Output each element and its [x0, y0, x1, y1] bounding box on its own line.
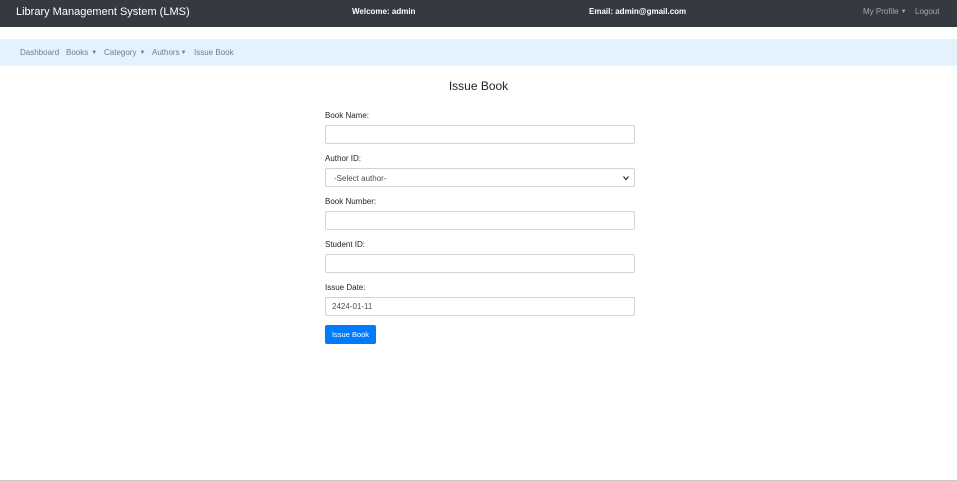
caret-down-icon: ▼	[180, 50, 187, 56]
nav-books-dropdown[interactable]: Books ▼	[66, 48, 97, 57]
chevron-down-icon	[623, 176, 629, 181]
caret-down-icon: ▼	[139, 50, 146, 56]
book-name-label: Book Name:	[325, 111, 370, 120]
student-id-label: Student ID:	[325, 240, 366, 249]
nav-authors-label: Authors	[152, 48, 180, 57]
welcome-text: Welcome: admin	[352, 7, 416, 16]
secondary-navbar: Dashboard Books ▼ Category ▼ Authors▼ Issu…	[0, 39, 957, 66]
caret-down-icon: ▼	[900, 9, 907, 15]
book-number-label: Book Number:	[325, 197, 377, 206]
nav-dashboard[interactable]: Dashboard	[20, 48, 59, 57]
email-text: Email: admin@gmail.com	[589, 7, 687, 16]
logout-link[interactable]: Logout	[915, 7, 939, 16]
my-profile-label: My Profile	[863, 7, 899, 16]
brand-title[interactable]: Library Management System (LMS)	[16, 6, 190, 18]
student-id-input[interactable]	[325, 254, 635, 273]
issue-date-input[interactable]	[325, 297, 635, 316]
nav-category-label: Category	[104, 48, 137, 57]
page-title: Issue Book	[448, 79, 509, 93]
my-profile-dropdown[interactable]: My Profile ▼	[863, 7, 907, 16]
book-number-input[interactable]	[325, 211, 635, 230]
issue-date-label: Issue Date:	[325, 283, 366, 292]
book-name-input[interactable]	[325, 125, 635, 144]
author-id-selected-value: -Select author-	[334, 174, 387, 183]
nav-category-dropdown[interactable]: Category ▼	[104, 48, 145, 57]
caret-down-icon: ▼	[91, 50, 98, 56]
issue-book-button[interactable]: Issue Book	[325, 325, 376, 344]
nav-authors-dropdown[interactable]: Authors▼	[152, 48, 187, 57]
top-navbar: Library Management System (LMS) Welcome:…	[0, 0, 957, 27]
nav-books-label: Books	[66, 48, 89, 57]
nav-issue-book[interactable]: Issue Book	[194, 48, 234, 57]
author-id-label: Author ID:	[325, 154, 362, 163]
author-id-select[interactable]: -Select author-	[325, 168, 635, 187]
